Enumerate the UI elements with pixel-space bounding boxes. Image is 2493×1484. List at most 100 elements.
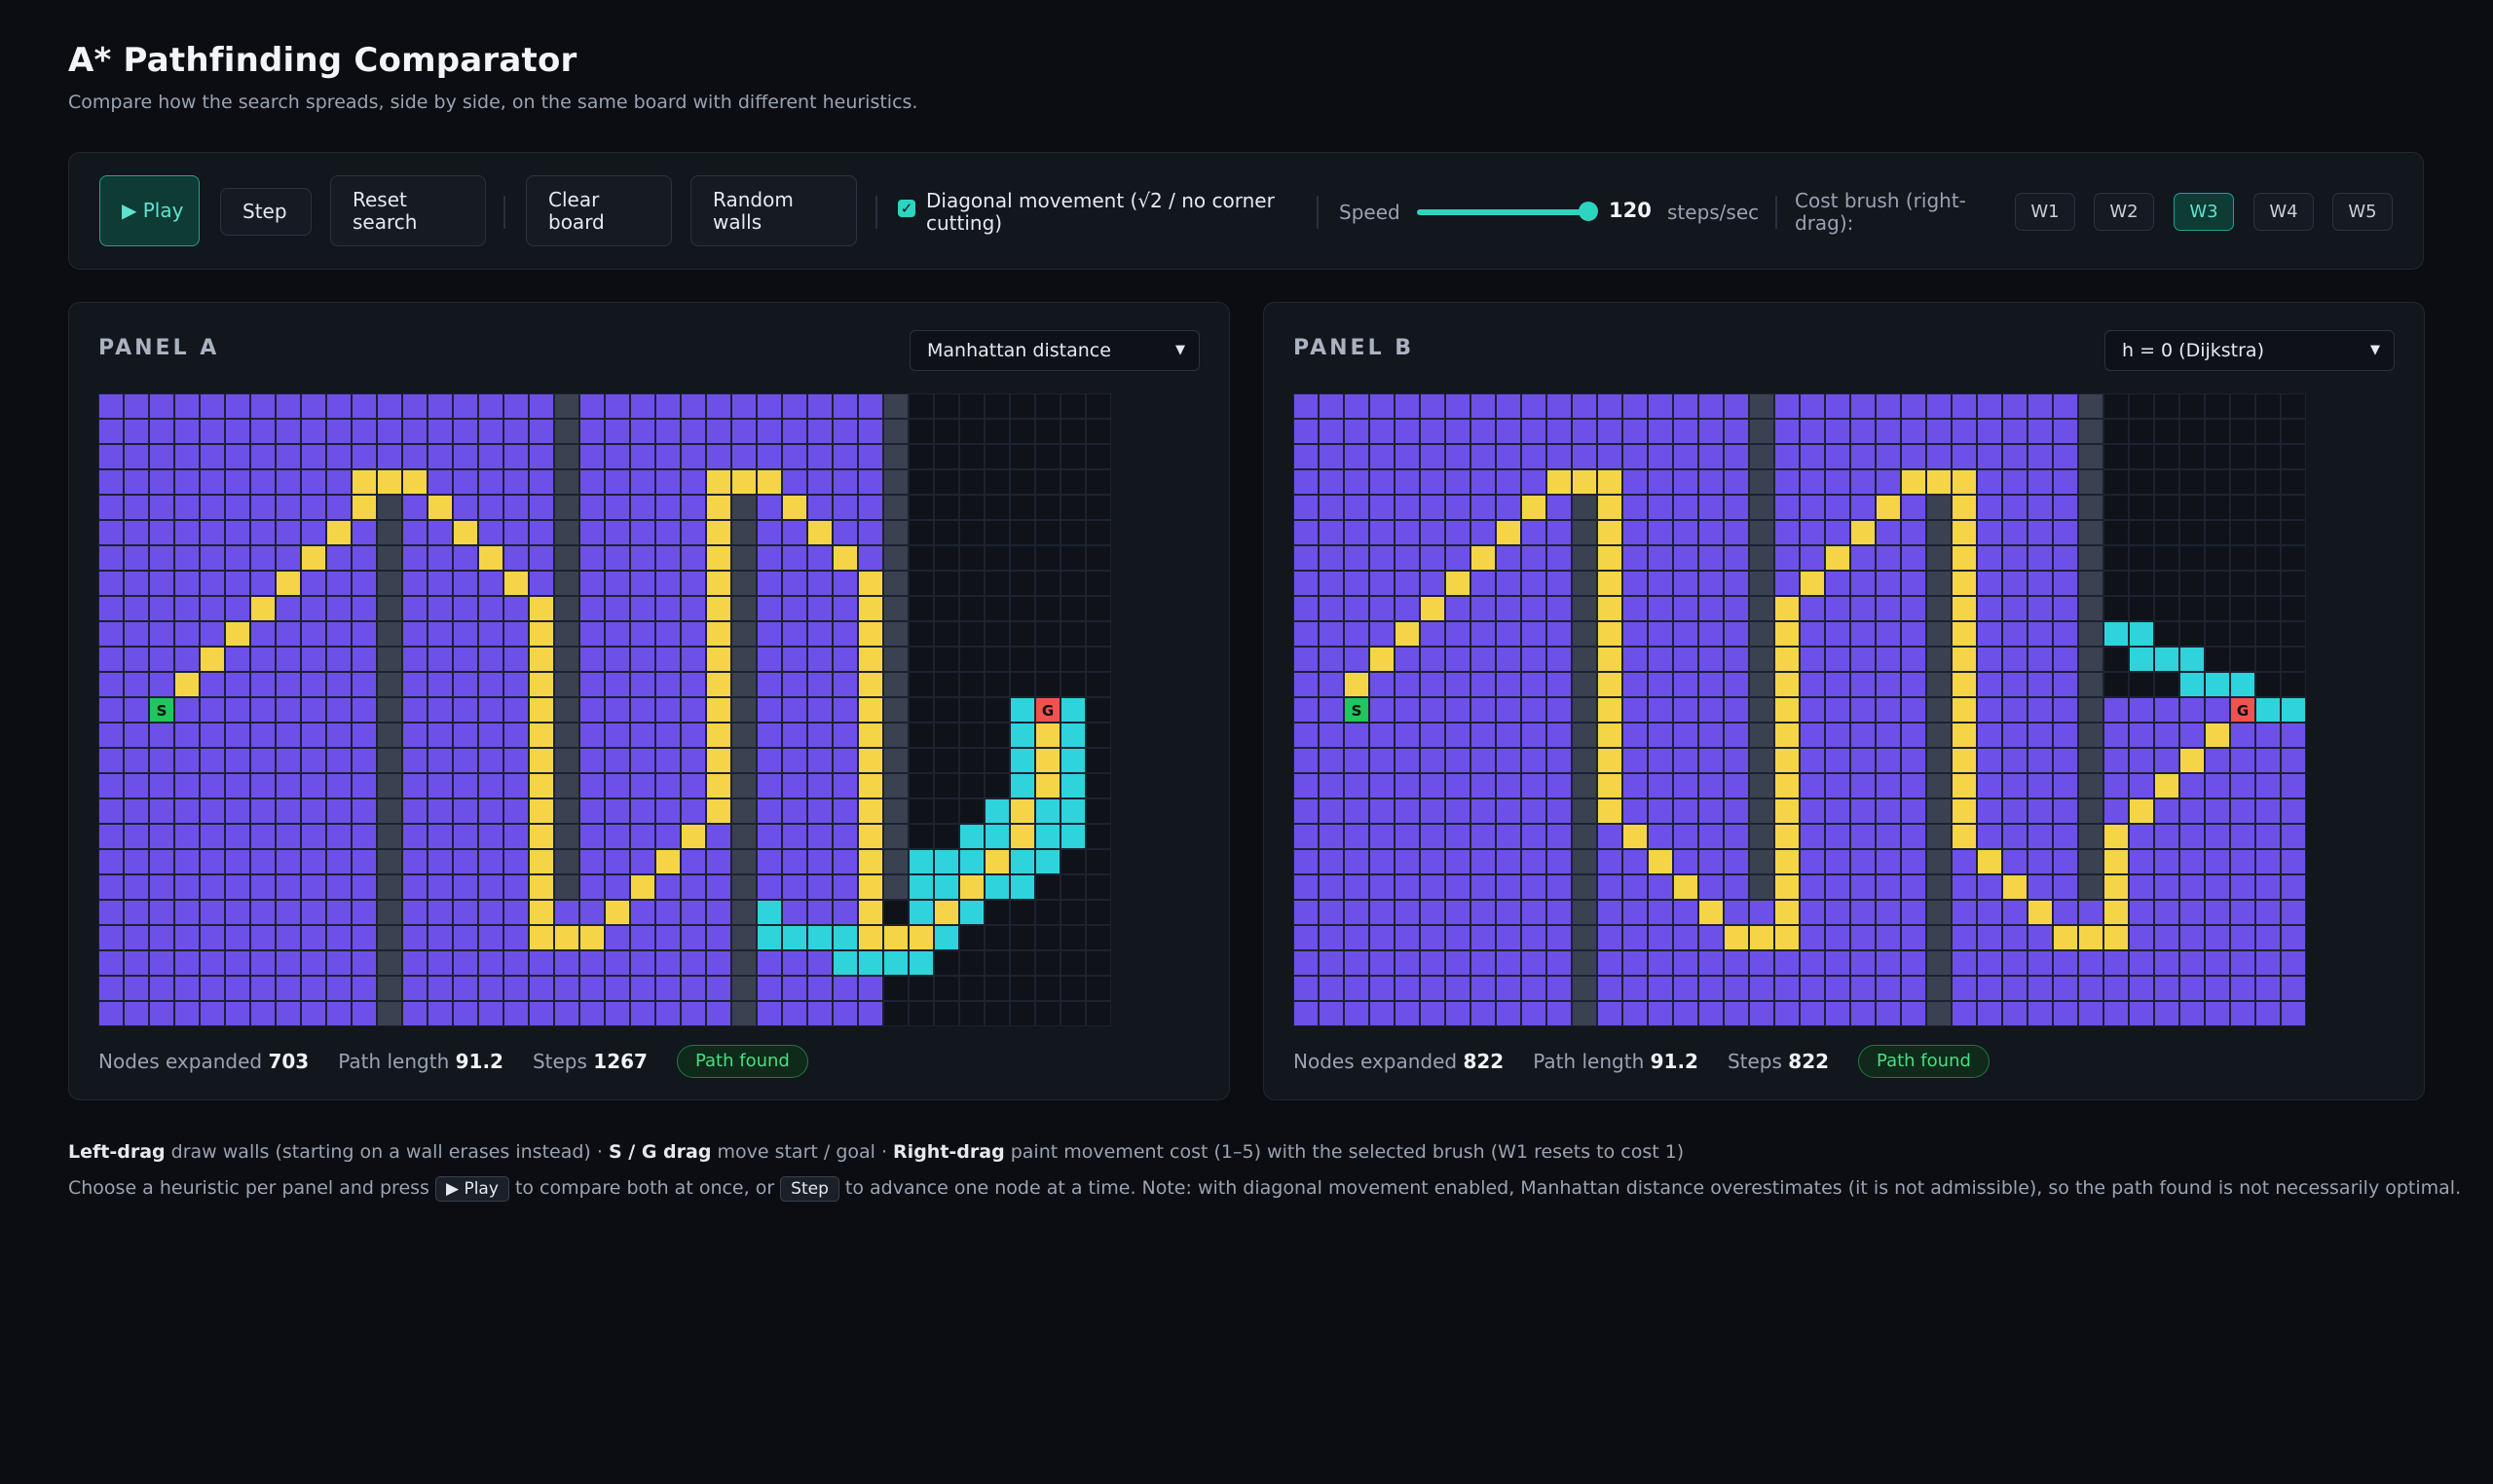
grid-cell-wall[interactable] bbox=[1927, 951, 1951, 975]
grid-cell-empty[interactable] bbox=[2104, 445, 2128, 468]
grid-cell-closed[interactable] bbox=[2206, 951, 2229, 975]
grid-cell-closed[interactable] bbox=[302, 825, 325, 848]
grid-cell-closed[interactable] bbox=[2054, 597, 2077, 620]
grid-board[interactable]: SG bbox=[1293, 393, 2306, 1026]
grid-cell-closed[interactable] bbox=[277, 698, 300, 722]
grid-cell-closed[interactable] bbox=[2206, 799, 2229, 823]
grid-cell-closed[interactable] bbox=[327, 394, 351, 418]
grid-cell-closed[interactable] bbox=[1522, 951, 1545, 975]
grid-cell-closed[interactable] bbox=[758, 698, 781, 722]
grid-cell-wall[interactable] bbox=[555, 774, 578, 798]
grid-cell-closed[interactable] bbox=[150, 622, 173, 646]
grid-cell-closed[interactable] bbox=[1801, 799, 1824, 823]
grid-cell-closed[interactable] bbox=[783, 850, 806, 873]
grid-cell-closed[interactable] bbox=[277, 597, 300, 620]
grid-cell-open[interactable] bbox=[1061, 723, 1085, 747]
grid-cell-closed[interactable] bbox=[1623, 496, 1647, 519]
grid-cell-closed[interactable] bbox=[1978, 445, 2001, 468]
grid-cell-closed[interactable] bbox=[2054, 1002, 2077, 1025]
grid-cell-closed[interactable] bbox=[682, 546, 705, 570]
grid-cell-closed[interactable] bbox=[2206, 977, 2229, 1000]
grid-cell-closed[interactable] bbox=[1320, 394, 1343, 418]
grid-cell-empty[interactable] bbox=[2231, 470, 2254, 494]
grid-cell-closed[interactable] bbox=[1725, 470, 1748, 494]
grid-cell-empty[interactable] bbox=[2104, 648, 2128, 671]
grid-cell-closed[interactable] bbox=[1978, 622, 2001, 646]
grid-cell-closed[interactable] bbox=[1547, 572, 1571, 595]
grid-cell-empty[interactable] bbox=[2104, 572, 2128, 595]
grid-cell-closed[interactable] bbox=[277, 622, 300, 646]
grid-cell-closed[interactable] bbox=[302, 445, 325, 468]
grid-cell-closed[interactable] bbox=[1902, 901, 1925, 924]
grid-cell-empty[interactable] bbox=[986, 572, 1009, 595]
grid-cell-closed[interactable] bbox=[580, 445, 604, 468]
grid-cell-empty[interactable] bbox=[1061, 977, 1085, 1000]
grid-cell-closed[interactable] bbox=[1877, 749, 1900, 772]
grid-cell-closed[interactable] bbox=[1294, 749, 1318, 772]
grid-cell-open[interactable] bbox=[2130, 648, 2153, 671]
grid-cell-closed[interactable] bbox=[1446, 622, 1470, 646]
grid-cell-closed[interactable] bbox=[479, 875, 502, 899]
grid-cell-closed[interactable] bbox=[1598, 1002, 1621, 1025]
grid-cell-closed[interactable] bbox=[783, 825, 806, 848]
grid-cell-closed[interactable] bbox=[2054, 470, 2077, 494]
grid-cell-closed[interactable] bbox=[758, 1002, 781, 1025]
grid-cell-closed[interactable] bbox=[758, 673, 781, 696]
grid-cell-path[interactable] bbox=[1395, 622, 1419, 646]
grid-cell-closed[interactable] bbox=[1699, 597, 1723, 620]
grid-cell-closed[interactable] bbox=[1801, 673, 1824, 696]
grid-cell-closed[interactable] bbox=[1320, 470, 1343, 494]
grid-cell-closed[interactable] bbox=[1497, 723, 1520, 747]
grid-cell-path[interactable] bbox=[859, 875, 882, 899]
grid-cell-closed[interactable] bbox=[1547, 496, 1571, 519]
grid-cell-closed[interactable] bbox=[2104, 698, 2128, 722]
grid-cell-closed[interactable] bbox=[1294, 850, 1318, 873]
grid-cell-closed[interactable] bbox=[1877, 546, 1900, 570]
grid-cell-path[interactable] bbox=[1598, 572, 1621, 595]
grid-cell-wall[interactable] bbox=[1573, 977, 1596, 1000]
grid-cell-closed[interactable] bbox=[99, 926, 123, 949]
grid-cell-empty[interactable] bbox=[986, 673, 1009, 696]
grid-cell-path[interactable] bbox=[1623, 825, 1647, 848]
grid-cell-closed[interactable] bbox=[251, 673, 275, 696]
grid-cell-path[interactable] bbox=[1953, 698, 1976, 722]
grid-cell-empty[interactable] bbox=[935, 1002, 958, 1025]
grid-cell-closed[interactable] bbox=[251, 394, 275, 418]
grid-cell-empty[interactable] bbox=[1036, 648, 1060, 671]
grid-cell-closed[interactable] bbox=[353, 673, 376, 696]
grid-cell-empty[interactable] bbox=[2130, 546, 2153, 570]
grid-cell-closed[interactable] bbox=[428, 394, 452, 418]
grid-cell-closed[interactable] bbox=[1522, 799, 1545, 823]
grid-cell-wall[interactable] bbox=[1573, 799, 1596, 823]
grid-cell-closed[interactable] bbox=[327, 572, 351, 595]
grid-cell-empty[interactable] bbox=[1061, 875, 1085, 899]
grid-cell-empty[interactable] bbox=[935, 698, 958, 722]
grid-cell-closed[interactable] bbox=[125, 1002, 148, 1025]
grid-cell-closed[interactable] bbox=[758, 420, 781, 443]
grid-cell-closed[interactable] bbox=[251, 875, 275, 899]
grid-cell-closed[interactable] bbox=[1649, 875, 1672, 899]
grid-cell-closed[interactable] bbox=[1522, 901, 1545, 924]
grid-cell-closed[interactable] bbox=[2256, 774, 2280, 798]
grid-cell-closed[interactable] bbox=[1320, 774, 1343, 798]
grid-cell-wall[interactable] bbox=[1927, 673, 1951, 696]
grid-cell-wall[interactable] bbox=[1927, 1002, 1951, 1025]
grid-cell-closed[interactable] bbox=[1471, 901, 1495, 924]
grid-cell-closed[interactable] bbox=[403, 673, 427, 696]
grid-cell-empty[interactable] bbox=[910, 799, 933, 823]
grid-cell-empty[interactable] bbox=[2282, 521, 2305, 544]
grid-cell-path[interactable] bbox=[859, 622, 882, 646]
grid-cell-closed[interactable] bbox=[175, 445, 199, 468]
grid-cell-closed[interactable] bbox=[454, 470, 477, 494]
grid-cell-closed[interactable] bbox=[2256, 926, 2280, 949]
grid-cell-closed[interactable] bbox=[150, 546, 173, 570]
grid-cell-closed[interactable] bbox=[606, 496, 629, 519]
brush-w5-button[interactable]: W5 bbox=[2332, 193, 2393, 231]
grid-cell-closed[interactable] bbox=[353, 926, 376, 949]
grid-cell-closed[interactable] bbox=[2054, 496, 2077, 519]
grid-cell-closed[interactable] bbox=[251, 445, 275, 468]
grid-cell-closed[interactable] bbox=[1395, 394, 1419, 418]
grid-cell-wall[interactable] bbox=[555, 723, 578, 747]
grid-cell-closed[interactable] bbox=[504, 723, 528, 747]
grid-cell-closed[interactable] bbox=[1699, 774, 1723, 798]
